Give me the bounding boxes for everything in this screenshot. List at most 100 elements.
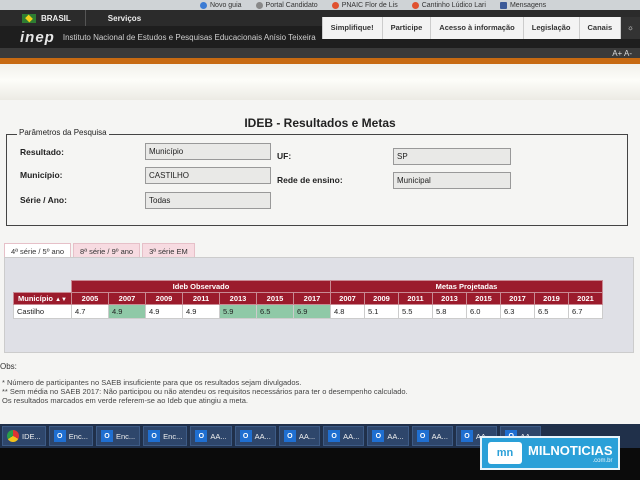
projected-value-cell: 5.8 xyxy=(432,304,467,319)
taskbar-item[interactable]: OAA... xyxy=(234,426,276,446)
bookmarks-bar: Novo guia Portal Candidato PNAIC Flor de… xyxy=(0,0,640,10)
inep-logo[interactable]: inep xyxy=(20,29,55,46)
year-header-row: Município ▲▼ 2005 2007 2009 2011 2013 2015 201… xyxy=(13,292,603,305)
blogger-icon xyxy=(411,1,419,9)
outlook-icon: O xyxy=(372,430,385,442)
observed-value-cell: 4.9 xyxy=(145,304,183,319)
taskbar-item-label: IDE... xyxy=(22,431,41,441)
accessibility-icon[interactable]: ☼ xyxy=(620,17,640,39)
observed-year-header[interactable]: 2009 xyxy=(145,292,183,305)
projected-year-header[interactable]: 2011 xyxy=(398,292,433,305)
projected-year-header[interactable]: 2007 xyxy=(330,292,365,305)
projected-year-header[interactable]: 2017 xyxy=(500,292,535,305)
taskbar-item[interactable]: OAA... xyxy=(411,426,453,446)
taskbar-item-label: Enc... xyxy=(68,431,88,441)
top-nav: Simplifique! Participe Acesso à informaç… xyxy=(321,17,640,39)
taskbar-item[interactable]: OAA... xyxy=(367,426,409,446)
projected-year-header[interactable]: 2015 xyxy=(466,292,501,305)
search-parameters: Parâmetros da Pesquisa Resultado: Municí… xyxy=(6,128,628,226)
observed-value-cell: 6.5 xyxy=(256,304,294,319)
projected-year-header[interactable]: 2013 xyxy=(432,292,467,305)
globe-icon xyxy=(255,1,263,9)
accent-bar: A+ A- xyxy=(0,48,640,64)
taskbar-item[interactable]: IDE... xyxy=(2,426,46,446)
projected-value-cell: 6.3 xyxy=(500,304,535,319)
bookmark-cantinho[interactable]: Cantinho Lúdico Lari xyxy=(411,1,486,9)
outlook-icon: O xyxy=(195,430,208,442)
bookmark-novo-guia[interactable]: Novo guia xyxy=(200,1,242,9)
observed-year-header[interactable]: 2005 xyxy=(71,292,109,305)
municipio-label: Município: xyxy=(20,170,63,180)
serie-label: Série / Ano: xyxy=(20,195,67,205)
taskbar-item-label: AA... xyxy=(343,431,360,441)
chrome-icon xyxy=(7,430,19,442)
bookmark-portal[interactable]: Portal Candidato xyxy=(255,1,318,9)
projected-group-header: Metas Projetadas xyxy=(330,280,603,293)
ideb-table: Ideb Observado Metas Projetadas Municípi… xyxy=(13,280,603,319)
outlook-icon: O xyxy=(148,430,161,442)
projected-value-cell: 5.5 xyxy=(398,304,433,319)
watermark-text: MILNOTICIAS xyxy=(528,442,613,458)
observed-year-header[interactable]: 2007 xyxy=(108,292,146,305)
outlook-icon: O xyxy=(460,430,473,442)
municipio-field[interactable]: CASTILHO xyxy=(145,167,271,184)
taskbar-item[interactable]: OAA... xyxy=(190,426,232,446)
rede-label: Rede de ensino: xyxy=(277,175,343,185)
taskbar-item[interactable]: O Enc... xyxy=(95,426,141,446)
notes: * Número de participantes no SAEB insufi… xyxy=(2,378,408,405)
rede-field[interactable]: Municipal xyxy=(393,172,511,189)
main-content: IDEB - Resultados e Metas Parâmetros da … xyxy=(0,100,640,424)
observed-value-cell: 6.9 xyxy=(293,304,331,319)
nav-legislacao[interactable]: Legislação xyxy=(522,17,579,39)
taskbar-item-label: AA... xyxy=(210,431,227,441)
outlook-icon: O xyxy=(283,430,296,442)
nav-canais[interactable]: Canais xyxy=(578,17,621,39)
serie-field[interactable]: Todas xyxy=(145,192,271,209)
taskbar-item[interactable]: OAA... xyxy=(323,426,365,446)
taskbar-item-label: AA... xyxy=(298,431,316,441)
taskbar-item[interactable]: OAA... xyxy=(278,426,321,446)
nav-participe[interactable]: Participe xyxy=(381,17,431,39)
observed-value-cell: 4.9 xyxy=(108,304,146,319)
params-legend: Parâmetros da Pesquisa xyxy=(17,128,109,137)
nav-simplifique[interactable]: Simplifique! xyxy=(321,17,382,39)
note-3: Os resultados marcados em verde referem-… xyxy=(2,396,248,405)
facebook-icon xyxy=(499,1,507,9)
resultado-label: Resultado: xyxy=(20,147,64,157)
observed-year-header[interactable]: 2013 xyxy=(219,292,257,305)
projected-year-header[interactable]: 2009 xyxy=(364,292,399,305)
projected-value-cell: 5.1 xyxy=(364,304,399,319)
projected-value-cell: 6.0 xyxy=(466,304,501,319)
bookmark-mensagens[interactable]: Mensagens xyxy=(499,1,546,9)
projected-year-header[interactable]: 2021 xyxy=(568,292,603,305)
observed-value-cell: 4.7 xyxy=(71,304,109,319)
observed-year-header[interactable]: 2011 xyxy=(182,292,220,305)
taskbar-item[interactable]: O Enc... xyxy=(48,426,93,446)
header-spacer xyxy=(14,281,72,293)
outlook-icon: O xyxy=(239,430,252,442)
observed-year-header[interactable]: 2017 xyxy=(293,292,331,305)
milnoticias-logo-icon: mn xyxy=(488,442,522,464)
taskbar-item-label: Enc... xyxy=(163,431,183,441)
divider xyxy=(84,10,86,26)
inep-full-name: Instituto Nacional de Estudos e Pesquisa… xyxy=(62,32,316,42)
observed-value-cell: 4.9 xyxy=(182,304,220,319)
sort-icon: ▲▼ xyxy=(55,297,67,303)
taskbar-item[interactable]: O Enc... xyxy=(143,426,188,446)
municipio-column-header[interactable]: Município ▲▼ xyxy=(13,292,72,305)
projected-year-header[interactable]: 2019 xyxy=(534,292,569,305)
uf-field[interactable]: SP xyxy=(393,148,511,165)
projected-value-cell: 6.7 xyxy=(568,304,603,319)
outlook-icon: O xyxy=(416,430,429,442)
observed-year-header[interactable]: 2015 xyxy=(256,292,294,305)
outlook-icon: O xyxy=(328,430,341,442)
results-panel: Ideb Observado Metas Projetadas Municípi… xyxy=(4,257,634,353)
servicos-link[interactable]: Serviços xyxy=(108,14,141,23)
resultado-field[interactable]: Município xyxy=(145,143,271,160)
brasil-link[interactable]: BRASIL xyxy=(41,14,71,23)
nav-acesso-informacao[interactable]: Acesso à informação xyxy=(430,17,522,39)
row-municipio-name: Castilho xyxy=(13,304,72,319)
font-size-controls[interactable]: A+ A- xyxy=(612,49,632,58)
header-banner xyxy=(0,64,640,100)
bookmark-pnaic[interactable]: PNAIC Flor de Lis xyxy=(331,1,398,9)
